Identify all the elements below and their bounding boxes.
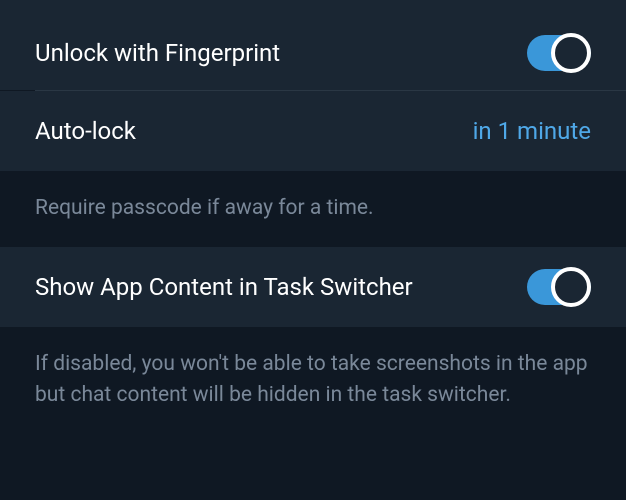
- autolock-description: Require passcode if away for a time.: [35, 193, 591, 225]
- task-switcher-toggle[interactable]: [527, 269, 591, 305]
- fingerprint-toggle[interactable]: [527, 35, 591, 71]
- fingerprint-label: Unlock with Fingerprint: [35, 39, 280, 67]
- toggle-knob: [551, 267, 591, 307]
- task-switcher-row[interactable]: Show App Content in Task Switcher: [0, 247, 626, 327]
- autolock-label: Auto-lock: [35, 117, 136, 145]
- autolock-row[interactable]: Auto-lock in 1 minute: [0, 91, 626, 171]
- task-switcher-description-container: If disabled, you won't be able to take s…: [0, 327, 626, 434]
- autolock-value: in 1 minute: [473, 117, 591, 145]
- task-switcher-description: If disabled, you won't be able to take s…: [35, 349, 591, 412]
- fingerprint-unlock-row[interactable]: Unlock with Fingerprint: [0, 0, 626, 90]
- toggle-knob: [551, 33, 591, 73]
- autolock-description-container: Require passcode if away for a time.: [0, 171, 626, 247]
- task-switcher-label: Show App Content in Task Switcher: [35, 273, 413, 301]
